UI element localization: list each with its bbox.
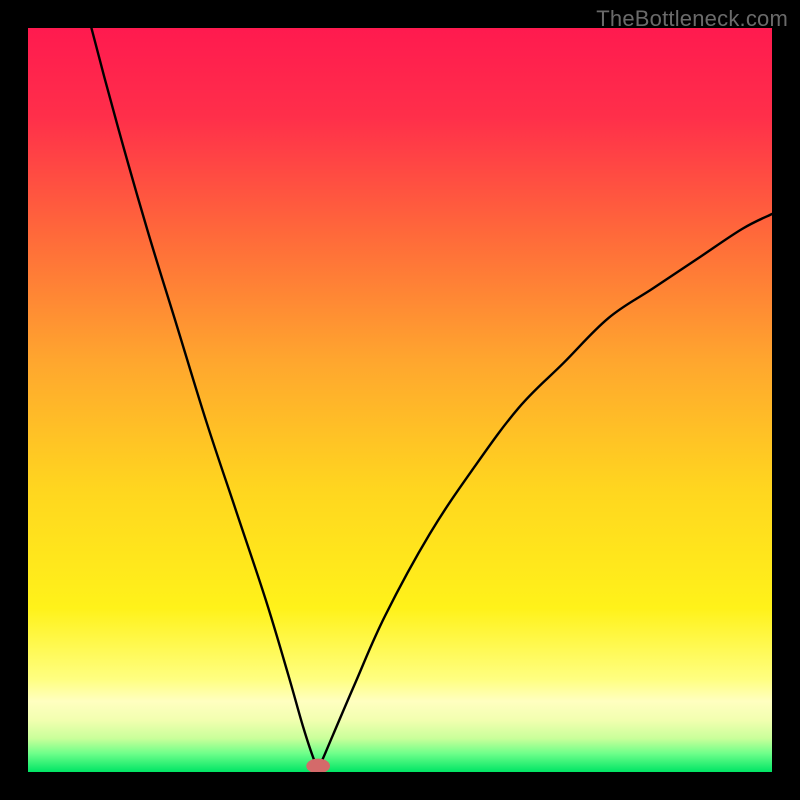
gradient-background — [28, 28, 772, 772]
chart-svg — [28, 28, 772, 772]
plot-area — [28, 28, 772, 772]
watermark-text: TheBottleneck.com — [596, 6, 788, 32]
chart-frame: TheBottleneck.com — [0, 0, 800, 800]
